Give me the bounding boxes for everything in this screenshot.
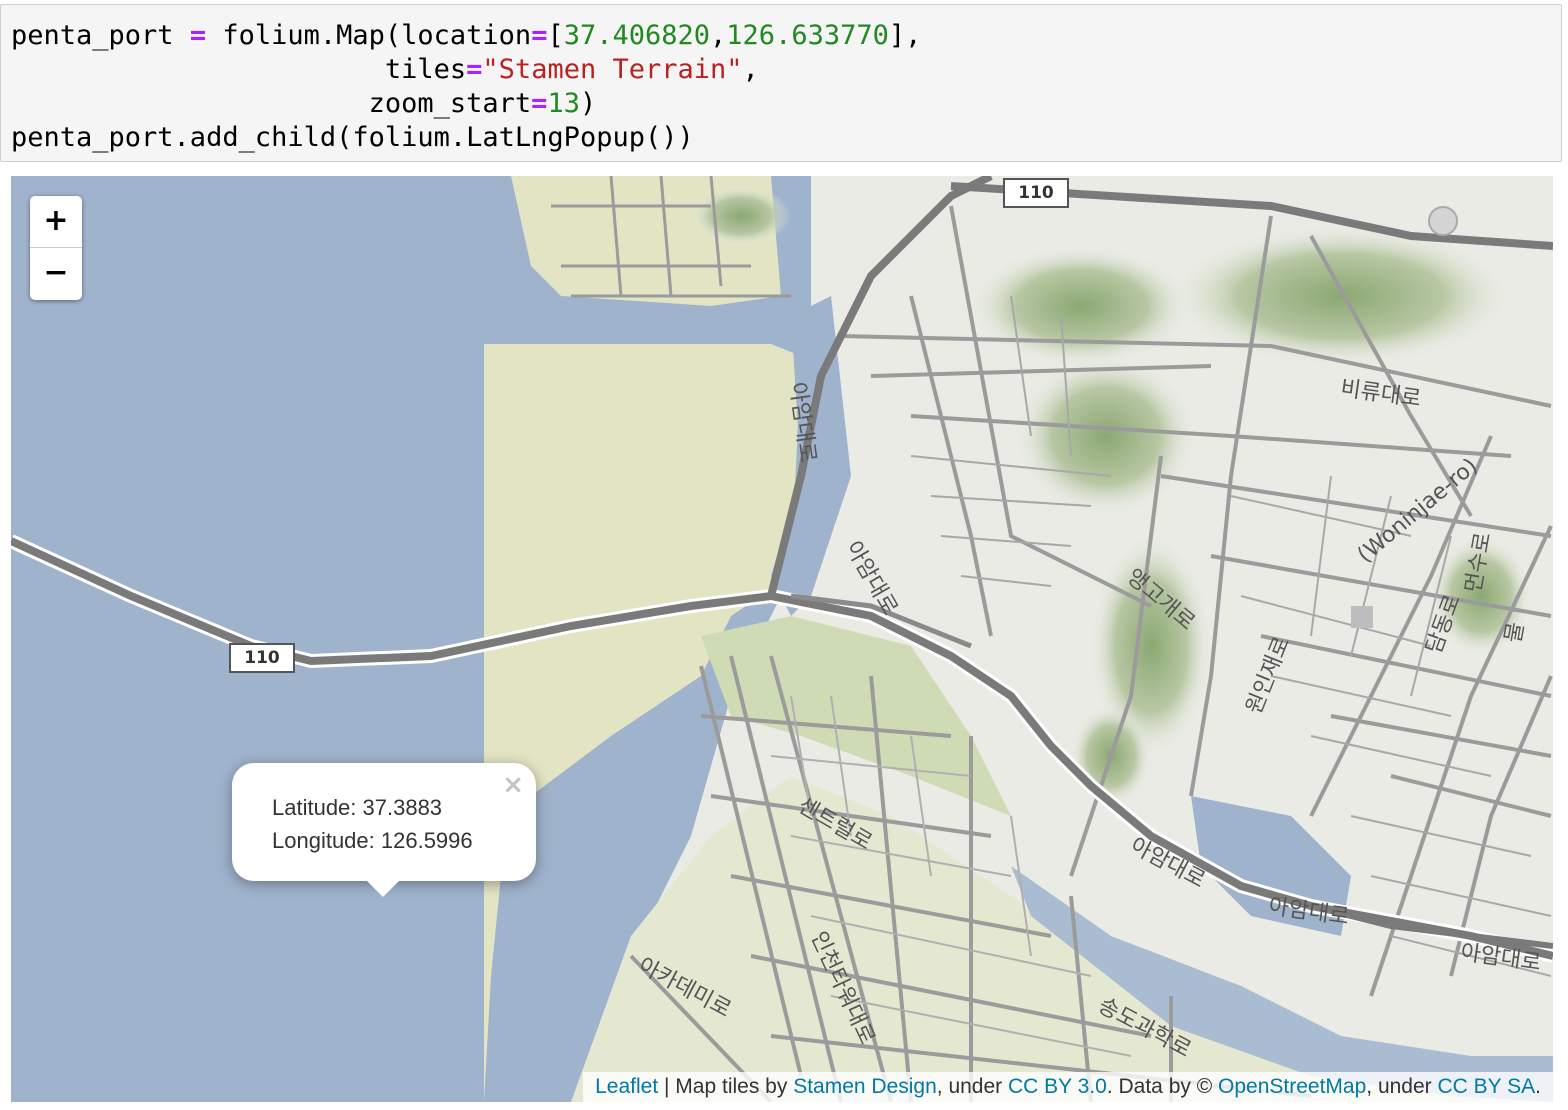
popup-latitude: Latitude: 37.3883 (272, 795, 443, 820)
code-token: , (710, 20, 727, 51)
map-attribution: Leaflet | Map tiles by Stamen Design, un… (583, 1072, 1553, 1102)
zoom-out-button[interactable]: − (30, 248, 82, 300)
code-token: ], (888, 20, 922, 51)
code-number: 126.633770 (726, 20, 889, 51)
code-operator: = (531, 88, 548, 119)
code-string: "Stamen Terrain" (482, 54, 743, 85)
code-number: 13 (547, 88, 580, 119)
code-token: penta_port (11, 20, 190, 51)
code-operator: = (531, 20, 548, 51)
popup-tip (363, 877, 403, 897)
code-cell[interactable]: penta_port = folium.Map(location=[37.406… (0, 4, 1562, 162)
code-token: ) (579, 88, 597, 119)
code-token: zoom_start (11, 88, 532, 119)
code-operator: = (189, 20, 207, 51)
attribution-text: | Map tiles by (658, 1075, 794, 1098)
code-number: 37.406820 (563, 20, 711, 51)
attribution-text: , under (936, 1075, 1008, 1098)
cc-by-link[interactable]: CC BY 3.0 (1008, 1075, 1107, 1098)
code-line-1: penta_port = folium.Map(location=[37.406… (11, 19, 921, 53)
map-tiles (11, 176, 1553, 1102)
close-icon[interactable]: × (502, 769, 524, 802)
route-shield-110: 110 (1003, 178, 1069, 208)
latlng-popup: × Latitude: 37.3883 Longitude: 126.5996 (232, 763, 536, 881)
attribution-text: . Data by © (1106, 1075, 1219, 1098)
code-line-3: zoom_start=13) (11, 87, 597, 121)
code-token: folium.Map(location (206, 20, 532, 51)
zoom-in-button[interactable]: + (30, 196, 82, 248)
route-shield-110: 110 (229, 643, 295, 673)
code-token: , (742, 54, 759, 85)
code-operator: = (466, 54, 483, 85)
code-token: [ (547, 20, 564, 51)
leaflet-map[interactable]: 110 110 아암대로 아암대로 비류대로 (Woninjae-ro) 앵고개… (11, 176, 1553, 1102)
attribution-text: . (1535, 1075, 1541, 1098)
osm-link[interactable]: OpenStreetMap (1218, 1075, 1366, 1098)
stamen-link[interactable]: Stamen Design (793, 1075, 937, 1098)
code-token: penta_port.add_child(folium.LatLngPopup(… (11, 122, 694, 153)
cc-by-sa-link[interactable]: CC BY SA (1438, 1075, 1536, 1098)
attribution-text: , under (1366, 1075, 1438, 1098)
popup-longitude: Longitude: 126.5996 (272, 828, 473, 853)
zoom-control: + − (30, 196, 82, 300)
code-line-2: tiles="Stamen Terrain", (11, 53, 759, 87)
leaflet-link[interactable]: Leaflet (595, 1075, 658, 1098)
code-line-4: penta_port.add_child(folium.LatLngPopup(… (11, 121, 694, 155)
code-token: tiles (11, 54, 467, 85)
